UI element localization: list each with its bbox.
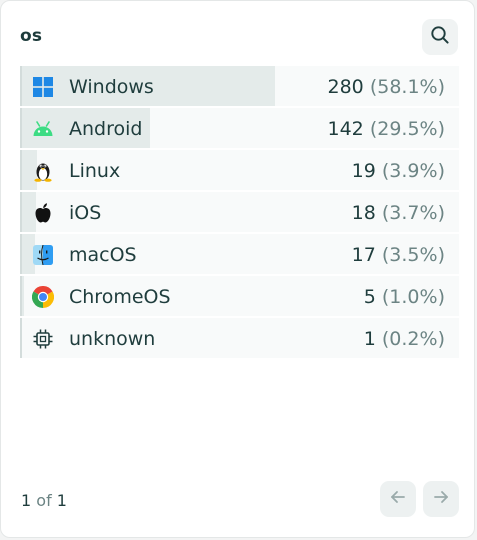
os-name: unknown bbox=[69, 328, 156, 350]
os-value: 5 (1.0%) bbox=[364, 286, 445, 308]
os-count: 1 bbox=[363, 328, 376, 350]
os-value: 280 (58.1%) bbox=[328, 76, 446, 98]
os-value: 17 (3.5%) bbox=[352, 244, 445, 266]
page-total: 1 bbox=[56, 491, 67, 510]
android-icon bbox=[32, 118, 54, 140]
os-percent: (1.0%) bbox=[381, 286, 445, 308]
os-percent: (58.1%) bbox=[369, 76, 445, 98]
os-count: 5 bbox=[363, 286, 376, 308]
os-count: 280 bbox=[327, 76, 364, 98]
arrow-right-icon bbox=[432, 488, 450, 510]
chrome-icon bbox=[32, 286, 54, 308]
prev-page-button[interactable] bbox=[380, 481, 416, 517]
pagination-status: 1 of 1 bbox=[21, 491, 67, 510]
share-bar bbox=[20, 318, 22, 358]
page-of-word: of bbox=[36, 491, 52, 510]
os-name: Linux bbox=[69, 160, 121, 182]
os-percent: (3.9%) bbox=[381, 160, 445, 182]
list-item-ios[interactable]: iOS 18 (3.7%) bbox=[20, 192, 459, 232]
os-value: 1 (0.2%) bbox=[364, 328, 445, 350]
panel-title: os bbox=[20, 26, 43, 46]
os-name: iOS bbox=[69, 202, 102, 224]
chip-icon bbox=[32, 328, 54, 350]
list-item-windows[interactable]: Windows 280 (58.1%) bbox=[20, 66, 459, 106]
os-value: 142 (29.5%) bbox=[328, 118, 446, 140]
linux-icon bbox=[32, 160, 54, 182]
os-list: Windows 280 (58.1%) Android 142 (29.5%) bbox=[20, 66, 459, 360]
list-item-macos[interactable]: macOS 17 (3.5%) bbox=[20, 234, 459, 274]
apple-icon bbox=[32, 202, 54, 224]
list-item-chromeos[interactable]: ChromeOS 5 (1.0%) bbox=[20, 276, 459, 316]
os-count: 18 bbox=[351, 202, 376, 224]
windows-icon bbox=[32, 76, 54, 98]
os-percent: (29.5%) bbox=[369, 118, 445, 140]
os-percent: (0.2%) bbox=[381, 328, 445, 350]
os-count: 142 bbox=[327, 118, 364, 140]
os-name: Android bbox=[69, 118, 143, 140]
os-value: 18 (3.7%) bbox=[352, 202, 445, 224]
share-bar bbox=[20, 276, 25, 316]
list-item-unknown[interactable]: unknown 1 (0.2%) bbox=[20, 318, 459, 358]
os-percent: (3.5%) bbox=[381, 244, 445, 266]
os-count: 19 bbox=[351, 160, 376, 182]
arrow-left-icon bbox=[389, 488, 407, 510]
list-item-android[interactable]: Android 142 (29.5%) bbox=[20, 108, 459, 148]
os-name: ChromeOS bbox=[69, 286, 171, 308]
finder-icon bbox=[32, 244, 54, 266]
os-count: 17 bbox=[351, 244, 376, 266]
page-current: 1 bbox=[21, 491, 32, 510]
os-name: Windows bbox=[69, 76, 154, 98]
search-icon bbox=[430, 25, 450, 49]
os-value: 19 (3.9%) bbox=[352, 160, 445, 182]
search-button[interactable] bbox=[422, 19, 458, 55]
os-percent: (3.7%) bbox=[381, 202, 445, 224]
os-name: macOS bbox=[69, 244, 137, 266]
os-breakdown-panel: os Windows 280 (58.1%) Android 142 (29.5… bbox=[0, 0, 475, 538]
list-item-linux[interactable]: Linux 19 (3.9%) bbox=[20, 150, 459, 190]
next-page-button[interactable] bbox=[423, 481, 459, 517]
